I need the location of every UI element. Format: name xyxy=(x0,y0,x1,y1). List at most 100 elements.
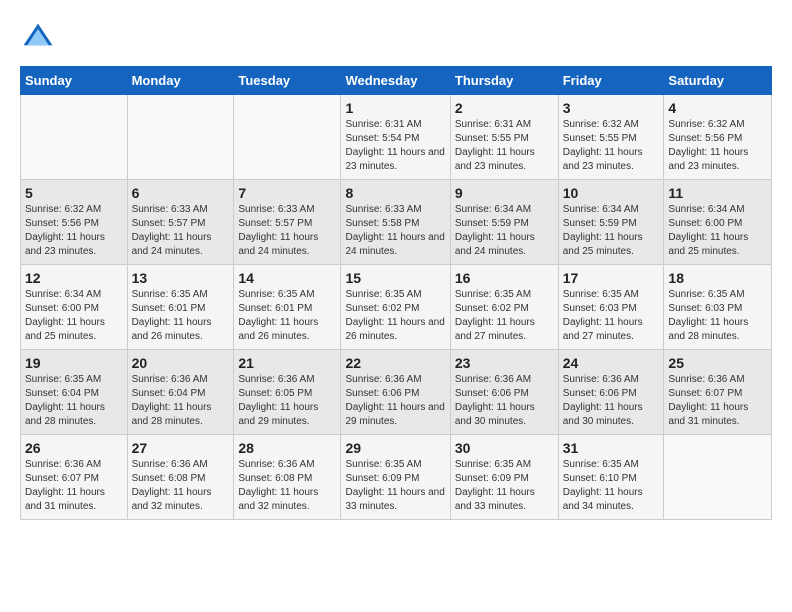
calendar-cell: 1 Sunrise: 6:31 AM Sunset: 5:54 PM Daylig… xyxy=(341,95,450,180)
page-header xyxy=(20,20,772,56)
day-number: 18 xyxy=(668,270,767,286)
day-info: Sunrise: 6:35 AM Sunset: 6:09 PM Dayligh… xyxy=(455,458,554,514)
day-info: Sunrise: 6:36 AM Sunset: 6:05 PM Dayligh… xyxy=(238,373,336,429)
day-info: Sunrise: 6:36 AM Sunset: 6:07 PM Dayligh… xyxy=(668,373,767,429)
calendar-day-header: Wednesday xyxy=(341,67,450,95)
day-info: Sunrise: 6:36 AM Sunset: 6:04 PM Dayligh… xyxy=(132,373,230,429)
calendar-cell: 16 Sunrise: 6:35 AM Sunset: 6:02 PM Dayli… xyxy=(450,265,558,350)
day-number: 17 xyxy=(563,270,660,286)
day-info: Sunrise: 6:36 AM Sunset: 6:06 PM Dayligh… xyxy=(345,373,445,429)
day-number: 7 xyxy=(238,185,336,201)
day-info: Sunrise: 6:35 AM Sunset: 6:10 PM Dayligh… xyxy=(563,458,660,514)
calendar-header-row: SundayMondayTuesdayWednesdayThursdayFrid… xyxy=(21,67,772,95)
calendar-day-header: Thursday xyxy=(450,67,558,95)
day-info: Sunrise: 6:35 AM Sunset: 6:02 PM Dayligh… xyxy=(455,288,554,344)
day-number: 1 xyxy=(345,100,445,116)
day-number: 5 xyxy=(25,185,123,201)
calendar-day-header: Friday xyxy=(558,67,664,95)
day-number: 14 xyxy=(238,270,336,286)
day-info: Sunrise: 6:35 AM Sunset: 6:01 PM Dayligh… xyxy=(238,288,336,344)
day-number: 28 xyxy=(238,440,336,456)
calendar-cell: 9 Sunrise: 6:34 AM Sunset: 5:59 PM Daylig… xyxy=(450,180,558,265)
day-number: 27 xyxy=(132,440,230,456)
day-info: Sunrise: 6:36 AM Sunset: 6:08 PM Dayligh… xyxy=(238,458,336,514)
calendar-cell: 7 Sunrise: 6:33 AM Sunset: 5:57 PM Daylig… xyxy=(234,180,341,265)
calendar-cell xyxy=(127,95,234,180)
calendar-cell xyxy=(664,435,772,520)
calendar-cell: 10Sunrise: 6:34 AM Sunset: 5:59 PM Dayli… xyxy=(558,180,664,265)
day-info: Sunrise: 6:34 AM Sunset: 6:00 PM Dayligh… xyxy=(25,288,123,344)
calendar-week-row: 26 Sunrise: 6:36 AM Sunset: 6:07 PM Dayli… xyxy=(21,435,772,520)
calendar-cell xyxy=(234,95,341,180)
calendar-day-header: Monday xyxy=(127,67,234,95)
calendar-cell: 12 Sunrise: 6:34 AM Sunset: 6:00 PM Dayli… xyxy=(21,265,128,350)
day-info: Sunrise: 6:35 AM Sunset: 6:03 PM Dayligh… xyxy=(668,288,767,344)
day-info: Sunrise: 6:31 AM Sunset: 5:55 PM Dayligh… xyxy=(455,118,554,174)
day-number: 6 xyxy=(132,185,230,201)
calendar-cell: 2 Sunrise: 6:31 AM Sunset: 5:55 PM Daylig… xyxy=(450,95,558,180)
day-info: Sunrise: 6:32 AM Sunset: 5:55 PM Dayligh… xyxy=(563,118,660,174)
day-info: Sunrise: 6:33 AM Sunset: 5:58 PM Dayligh… xyxy=(345,203,445,259)
day-info: Sunrise: 6:36 AM Sunset: 6:07 PM Dayligh… xyxy=(25,458,123,514)
day-number: 9 xyxy=(455,185,554,201)
calendar-week-row: 12 Sunrise: 6:34 AM Sunset: 6:00 PM Dayli… xyxy=(21,265,772,350)
day-info: Sunrise: 6:35 AM Sunset: 6:09 PM Dayligh… xyxy=(345,458,445,514)
calendar-cell: 15 Sunrise: 6:35 AM Sunset: 6:02 PM Dayli… xyxy=(341,265,450,350)
day-info: Sunrise: 6:36 AM Sunset: 6:06 PM Dayligh… xyxy=(563,373,660,429)
day-info: Sunrise: 6:34 AM Sunset: 5:59 PM Dayligh… xyxy=(563,203,660,259)
calendar-table: SundayMondayTuesdayWednesdayThursdayFrid… xyxy=(20,66,772,520)
day-info: Sunrise: 6:31 AM Sunset: 5:54 PM Dayligh… xyxy=(345,118,445,174)
day-number: 2 xyxy=(455,100,554,116)
calendar-cell: 5 Sunrise: 6:32 AM Sunset: 5:56 PM Daylig… xyxy=(21,180,128,265)
calendar-week-row: 1 Sunrise: 6:31 AM Sunset: 5:54 PM Daylig… xyxy=(21,95,772,180)
calendar-cell: 25 Sunrise: 6:36 AM Sunset: 6:07 PM Dayli… xyxy=(664,350,772,435)
calendar-cell: 31 Sunrise: 6:35 AM Sunset: 6:10 PM Dayli… xyxy=(558,435,664,520)
day-info: Sunrise: 6:36 AM Sunset: 6:06 PM Dayligh… xyxy=(455,373,554,429)
day-number: 4 xyxy=(668,100,767,116)
calendar-week-row: 5 Sunrise: 6:32 AM Sunset: 5:56 PM Daylig… xyxy=(21,180,772,265)
calendar-day-header: Tuesday xyxy=(234,67,341,95)
calendar-cell xyxy=(21,95,128,180)
calendar-day-header: Saturday xyxy=(664,67,772,95)
day-number: 31 xyxy=(563,440,660,456)
day-info: Sunrise: 6:32 AM Sunset: 5:56 PM Dayligh… xyxy=(668,118,767,174)
logo xyxy=(20,20,60,56)
calendar-cell: 8Sunrise: 6:33 AM Sunset: 5:58 PM Daylig… xyxy=(341,180,450,265)
day-number: 20 xyxy=(132,355,230,371)
day-number: 21 xyxy=(238,355,336,371)
day-info: Sunrise: 6:34 AM Sunset: 5:59 PM Dayligh… xyxy=(455,203,554,259)
day-info: Sunrise: 6:35 AM Sunset: 6:01 PM Dayligh… xyxy=(132,288,230,344)
day-number: 15 xyxy=(345,270,445,286)
calendar-cell: 21 Sunrise: 6:36 AM Sunset: 6:05 PM Dayli… xyxy=(234,350,341,435)
calendar-cell: 6 Sunrise: 6:33 AM Sunset: 5:57 PM Daylig… xyxy=(127,180,234,265)
day-number: 11 xyxy=(668,185,767,201)
calendar-cell: 28 Sunrise: 6:36 AM Sunset: 6:08 PM Dayli… xyxy=(234,435,341,520)
day-number: 19 xyxy=(25,355,123,371)
day-info: Sunrise: 6:33 AM Sunset: 5:57 PM Dayligh… xyxy=(132,203,230,259)
day-number: 25 xyxy=(668,355,767,371)
day-info: Sunrise: 6:36 AM Sunset: 6:08 PM Dayligh… xyxy=(132,458,230,514)
calendar-cell: 26 Sunrise: 6:36 AM Sunset: 6:07 PM Dayli… xyxy=(21,435,128,520)
day-number: 24 xyxy=(563,355,660,371)
calendar-cell: 19Sunrise: 6:35 AM Sunset: 6:04 PM Dayli… xyxy=(21,350,128,435)
day-number: 16 xyxy=(455,270,554,286)
calendar-cell: 27 Sunrise: 6:36 AM Sunset: 6:08 PM Dayli… xyxy=(127,435,234,520)
calendar-cell: 24 Sunrise: 6:36 AM Sunset: 6:06 PM Dayli… xyxy=(558,350,664,435)
calendar-cell: 4 Sunrise: 6:32 AM Sunset: 5:56 PM Daylig… xyxy=(664,95,772,180)
day-number: 22 xyxy=(345,355,445,371)
day-number: 12 xyxy=(25,270,123,286)
day-number: 30 xyxy=(455,440,554,456)
calendar-cell: 17 Sunrise: 6:35 AM Sunset: 6:03 PM Dayli… xyxy=(558,265,664,350)
calendar-cell: 30 Sunrise: 6:35 AM Sunset: 6:09 PM Dayli… xyxy=(450,435,558,520)
day-number: 23 xyxy=(455,355,554,371)
day-info: Sunrise: 6:32 AM Sunset: 5:56 PM Dayligh… xyxy=(25,203,123,259)
calendar-cell: 3Sunrise: 6:32 AM Sunset: 5:55 PM Daylig… xyxy=(558,95,664,180)
day-number: 29 xyxy=(345,440,445,456)
day-number: 26 xyxy=(25,440,123,456)
calendar-week-row: 19Sunrise: 6:35 AM Sunset: 6:04 PM Dayli… xyxy=(21,350,772,435)
day-info: Sunrise: 6:35 AM Sunset: 6:03 PM Dayligh… xyxy=(563,288,660,344)
calendar-cell: 18 Sunrise: 6:35 AM Sunset: 6:03 PM Dayli… xyxy=(664,265,772,350)
calendar-day-header: Sunday xyxy=(21,67,128,95)
day-info: Sunrise: 6:33 AM Sunset: 5:57 PM Dayligh… xyxy=(238,203,336,259)
day-info: Sunrise: 6:35 AM Sunset: 6:02 PM Dayligh… xyxy=(345,288,445,344)
